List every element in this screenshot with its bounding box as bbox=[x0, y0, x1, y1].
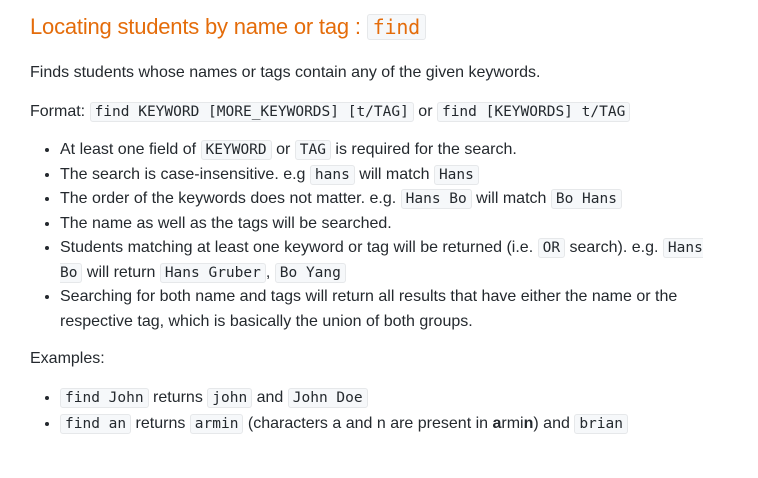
example-item: find John returns john and John Doe bbox=[60, 385, 728, 411]
format-or: or bbox=[413, 103, 437, 120]
inline-code: Hans Bo bbox=[400, 189, 472, 209]
inline-code: Bo Yang bbox=[274, 262, 346, 283]
example-item: find an returns armin (characters a and … bbox=[60, 411, 728, 437]
examples-label: Examples: bbox=[30, 350, 105, 367]
inline-code: brian bbox=[574, 414, 628, 434]
format-paragraph: Format: find KEYWORD [MORE_KEYWORDS] [t/… bbox=[30, 100, 728, 124]
examples-list: find John returns john and John Doe find… bbox=[30, 385, 728, 437]
format-label: Format: bbox=[30, 103, 90, 120]
note-text: , bbox=[265, 263, 275, 281]
note-text: will match bbox=[471, 190, 551, 207]
heading-command-code: find bbox=[366, 14, 427, 40]
inline-code: armin bbox=[189, 414, 244, 434]
inline-code: OR bbox=[537, 238, 566, 258]
doc-page: Locating students by name or tag : find … bbox=[0, 0, 758, 437]
bold-text: n bbox=[523, 415, 534, 432]
inline-code: Bo Hans bbox=[550, 189, 622, 209]
inline-code: Hans Gruber bbox=[159, 262, 266, 283]
note-text: is required for the search. bbox=[330, 141, 517, 158]
inline-code: find an bbox=[60, 414, 132, 434]
example-text: and bbox=[252, 389, 288, 406]
example-text: returns bbox=[148, 389, 208, 406]
note-item: At least one field of KEYWORD or TAG is … bbox=[60, 138, 728, 163]
inline-code: Hans bbox=[433, 164, 479, 185]
format-code-primary: find KEYWORD [MORE_KEYWORDS] [t/TAG] bbox=[89, 102, 414, 122]
inline-code: John Doe bbox=[287, 388, 368, 408]
note-text: Students matching at least one keyword o… bbox=[60, 239, 538, 256]
note-text: The search is case-insensitive. e.g bbox=[60, 165, 310, 183]
note-item: The search is case-insensitive. e.g hans… bbox=[60, 163, 728, 188]
note-item: The order of the keywords does not matte… bbox=[60, 187, 728, 212]
example-text: returns bbox=[131, 415, 190, 432]
note-text: The order of the keywords does not matte… bbox=[60, 190, 401, 207]
note-text: The name as well as the tags will be sea… bbox=[60, 214, 392, 232]
section-heading-text: Locating students by name or tag : bbox=[30, 14, 367, 39]
example-text: rmi bbox=[501, 415, 524, 432]
note-text: search). e.g. bbox=[565, 239, 663, 256]
format-code-secondary: find [KEYWORDS] t/TAG bbox=[436, 102, 631, 122]
note-item: The name as well as the tags will be sea… bbox=[60, 212, 728, 237]
inline-code: KEYWORD bbox=[200, 140, 272, 160]
inline-code: TAG bbox=[294, 140, 331, 160]
note-text: will match bbox=[354, 165, 434, 183]
inline-code: john bbox=[207, 388, 253, 408]
intro-paragraph: Finds students whose names or tags conta… bbox=[30, 64, 541, 81]
note-item: Searching for both name and tags will re… bbox=[60, 285, 728, 334]
notes-list: At least one field of KEYWORD or TAG is … bbox=[30, 138, 728, 334]
inline-code: find John bbox=[60, 388, 149, 408]
note-text: or bbox=[271, 141, 295, 158]
note-item: Students matching at least one keyword o… bbox=[60, 236, 728, 285]
note-text: At least one field of bbox=[60, 141, 201, 158]
note-text: will return bbox=[82, 263, 160, 281]
note-text: Searching for both name and tags will re… bbox=[60, 288, 678, 330]
inline-code: hans bbox=[309, 164, 355, 185]
section-heading: Locating students by name or tag : find bbox=[30, 10, 728, 42]
example-text: (characters a and n are present in bbox=[243, 415, 493, 432]
example-text: ) and bbox=[533, 415, 575, 432]
